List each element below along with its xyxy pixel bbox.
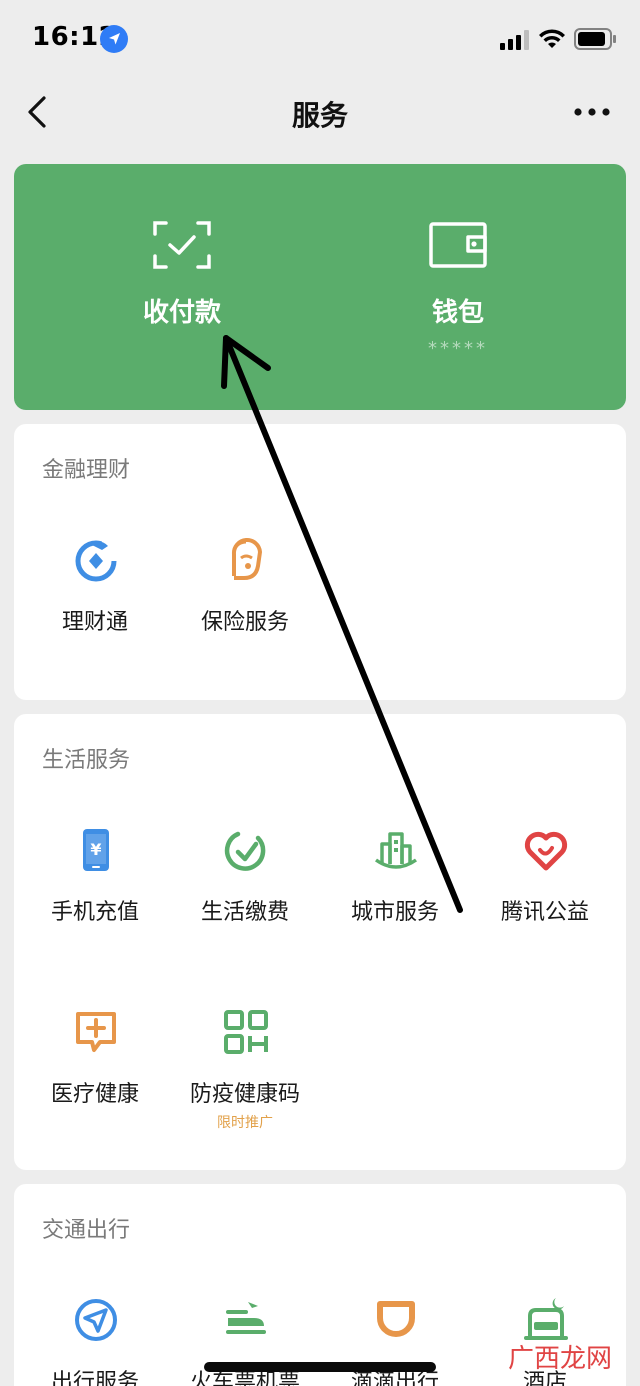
utility-payment-icon xyxy=(224,831,266,871)
transport-item-didi[interactable]: 滴滴出行 xyxy=(320,1296,470,1386)
wallet-button[interactable]: 钱包 ***** xyxy=(338,164,578,410)
life-item-label: 城市服务 xyxy=(350,900,439,925)
finance-item-label: 保险服务 xyxy=(200,610,289,635)
life-item-label: 生活缴费 xyxy=(200,900,289,925)
section-title-transport: 交通出行 xyxy=(42,1218,131,1243)
life-item-utility[interactable]: 生活缴费 xyxy=(170,826,320,976)
wallet-icon xyxy=(429,222,487,268)
nav-bar: 服务 xyxy=(0,80,640,146)
life-item-charity[interactable]: 腾讯公益 xyxy=(470,826,620,976)
payment-card: 收付款 钱包 ***** xyxy=(14,164,626,410)
transport-item-label: 出行服务 xyxy=(50,1370,139,1386)
wifi-icon xyxy=(539,29,565,48)
cellular-signal-icon xyxy=(500,30,529,50)
didi-icon xyxy=(377,1301,415,1337)
travel-navigation-icon xyxy=(75,1299,117,1341)
hotel-icon xyxy=(524,1298,568,1340)
battery-icon xyxy=(574,28,616,50)
wallet-label: 钱包 xyxy=(431,298,484,328)
finance-section: 金融理财 理财通 保险服务 xyxy=(14,424,626,700)
receive-pay-button[interactable]: 收付款 xyxy=(62,164,302,410)
life-section: 生活服务 ¥ 手机充值 生活缴费 城市服务 腾讯公益 医疗健康 防疫健康码 限时… xyxy=(14,714,626,1170)
svg-text:¥: ¥ xyxy=(90,840,101,859)
receive-pay-label: 收付款 xyxy=(142,298,221,328)
more-options-icon[interactable] xyxy=(572,102,612,122)
life-item-medical[interactable]: 医疗健康 xyxy=(20,1008,170,1158)
home-indicator[interactable] xyxy=(204,1362,436,1372)
transport-item-travel[interactable]: 出行服务 xyxy=(20,1296,170,1386)
city-service-icon xyxy=(374,832,418,869)
life-item-label: 医疗健康 xyxy=(50,1082,139,1107)
life-item-health-code[interactable]: 防疫健康码 限时推广 xyxy=(170,1008,320,1158)
status-bar: 16:12 xyxy=(0,0,640,80)
train-ticket-icon xyxy=(226,1302,266,1334)
watermark-text: 广西龙网 xyxy=(508,1344,613,1374)
finance-item-insurance[interactable]: 保险服务 xyxy=(170,536,320,686)
charity-heart-icon xyxy=(524,831,568,871)
wallet-balance-hidden: ***** xyxy=(428,338,488,359)
transport-item-train[interactable]: 火车票机票 xyxy=(170,1296,320,1386)
life-item-city-service[interactable]: 城市服务 xyxy=(320,826,470,976)
scan-check-icon xyxy=(153,221,211,269)
location-arrow-icon xyxy=(100,25,128,53)
medical-icon xyxy=(76,1012,116,1052)
section-title-life: 生活服务 xyxy=(42,748,131,773)
life-item-phone-recharge[interactable]: ¥ 手机充值 xyxy=(20,826,170,976)
health-code-icon xyxy=(224,1010,268,1054)
promo-tag: 限时推广 xyxy=(217,1115,273,1131)
finance-item-wealth[interactable]: 理财通 xyxy=(20,536,170,686)
finance-item-label: 理财通 xyxy=(61,610,128,635)
page-title: 服务 xyxy=(291,99,348,132)
section-title-finance: 金融理财 xyxy=(42,458,131,483)
insurance-icon xyxy=(231,538,262,580)
life-item-label: 腾讯公益 xyxy=(500,900,589,925)
life-item-label: 手机充值 xyxy=(50,900,139,925)
life-item-label: 防疫健康码 xyxy=(189,1082,300,1107)
phone-recharge-icon: ¥ xyxy=(83,829,109,871)
wealth-icon xyxy=(75,540,117,582)
